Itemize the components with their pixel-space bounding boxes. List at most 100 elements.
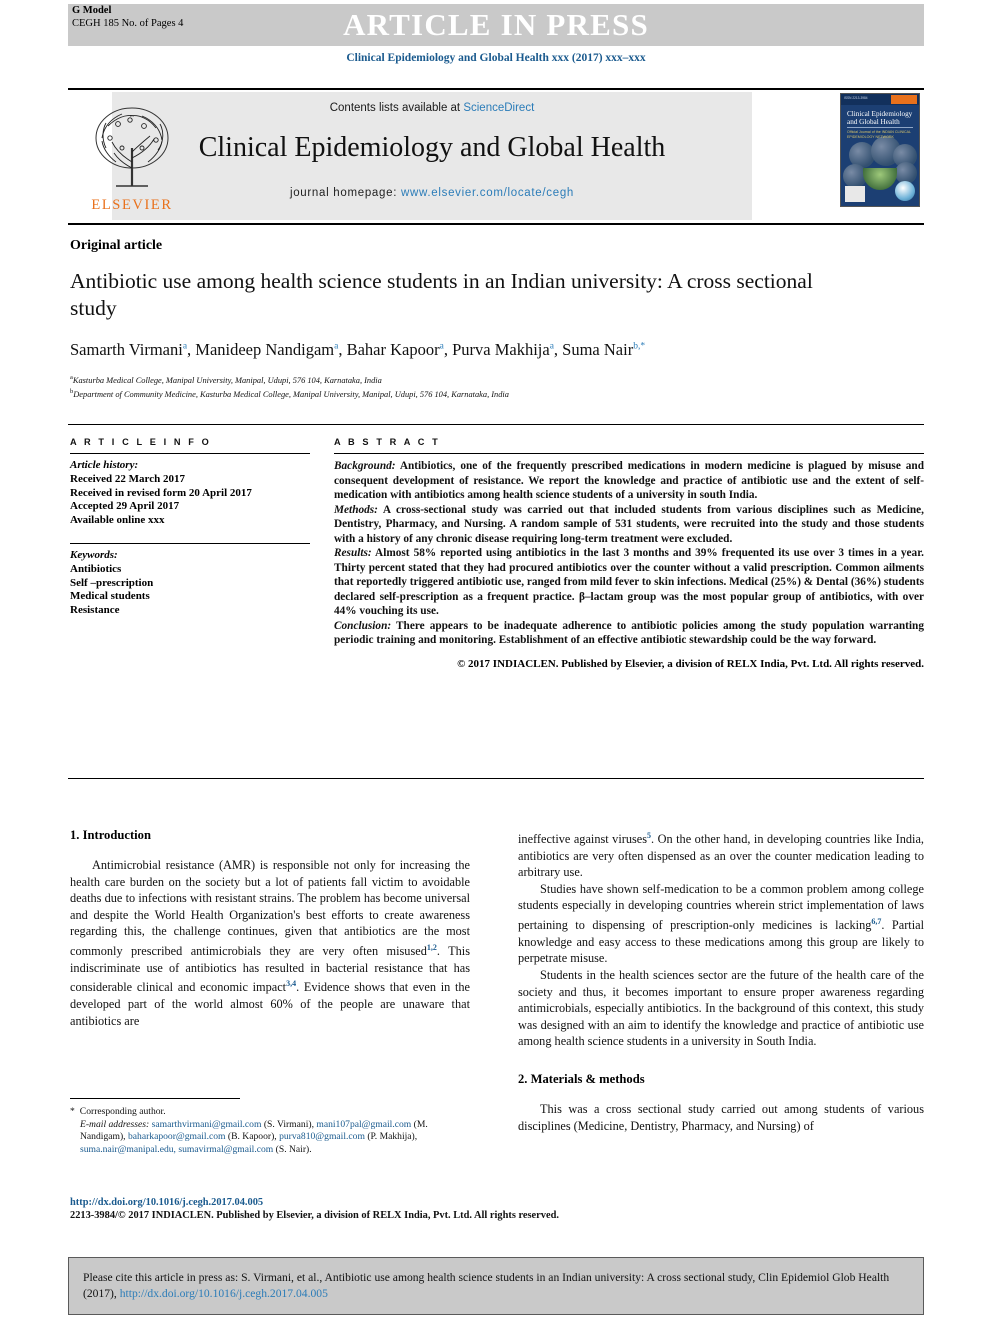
article-page: ARTICLE IN PRESS G Model CEGH 185 No. of… bbox=[0, 0, 992, 1323]
citation-ref-1-2[interactable]: 1,2 bbox=[427, 943, 437, 952]
author-list: Samarth Virmania, Manideep Nandigama, Ba… bbox=[70, 340, 646, 359]
history-item: Received in revised form 20 April 2017 bbox=[70, 486, 252, 499]
intro-paragraph-2: Studies have shown self-medication to be… bbox=[518, 881, 924, 967]
history-item: Accepted 29 April 2017 bbox=[70, 500, 180, 513]
article-in-press-label: ARTICLE IN PRESS bbox=[343, 7, 649, 42]
author-name: Bahar Kapoor bbox=[346, 340, 440, 359]
manuscript-id: CEGH 185 No. of Pages 4 bbox=[72, 17, 184, 29]
author-name: Suma Nair bbox=[562, 340, 634, 359]
author-affil-marker: a bbox=[439, 341, 444, 352]
article-info-rule bbox=[70, 453, 310, 454]
journal-cover-thumbnail: ISSN 2213-3984 Clinical Epidemiology and… bbox=[840, 93, 920, 207]
email-link[interactable]: purva810@gmail.com bbox=[279, 1131, 365, 1142]
abstract-column: A B S T R A C T Background: Antibiotics,… bbox=[334, 437, 924, 670]
article-history-block: Article history: Received 22 March 2017 … bbox=[70, 459, 310, 528]
cite-doi-link[interactable]: http://dx.doi.org/10.1016/j.cegh.2017.04… bbox=[120, 1287, 328, 1300]
abstract-section-label: Conclusion: bbox=[334, 619, 392, 632]
email-addresses-label: E-mail addresses: bbox=[80, 1118, 150, 1130]
email-link[interactable]: samarthvirmani@gmail.com bbox=[152, 1119, 262, 1130]
cite-this-article-box: Please cite this article in press as: S.… bbox=[68, 1257, 924, 1315]
article-type-label: Original article bbox=[70, 238, 163, 253]
abstract-section-text: Antibiotics, one of the frequently presc… bbox=[334, 460, 924, 501]
journal-homepage-line: journal homepage: www.elsevier.com/locat… bbox=[112, 187, 752, 199]
email-link[interactable]: sumavirmal@gmail.com bbox=[178, 1144, 273, 1155]
issn-copyright-line: 2213-3984/© 2017 INDIACLEN. Published by… bbox=[70, 1210, 559, 1222]
elsevier-tree-icon bbox=[95, 107, 169, 187]
author-affil-marker: a bbox=[182, 341, 188, 352]
methods-paragraph-1: This was a cross sectional study carried… bbox=[518, 1101, 924, 1133]
keywords-rule bbox=[70, 542, 310, 544]
author-name: Samarth Virmani bbox=[70, 340, 183, 359]
abstract-copyright: © 2017 INDIACLEN. Published by Elsevier,… bbox=[457, 657, 924, 670]
section-heading-introduction: 1. Introduction bbox=[70, 828, 151, 842]
intro-p1-part-d: ineffective against viruses bbox=[518, 832, 648, 847]
keyword-item: Self –prescription bbox=[70, 576, 154, 589]
homepage-label: journal homepage: bbox=[289, 187, 402, 199]
affiliation-item: bDepartment of Community Medicine, Kastu… bbox=[70, 386, 890, 400]
masthead-center-panel: Contents lists available at ScienceDirec… bbox=[112, 92, 752, 220]
cover-globe-icon bbox=[895, 181, 915, 201]
abstract-section-text: A cross-sectional study was carried out … bbox=[334, 503, 924, 545]
section-heading-materials-methods: 2. Materials & methods bbox=[518, 1071, 645, 1086]
cover-journal-title: Clinical Epidemiology and Global Health bbox=[847, 110, 913, 127]
keyword-item: Antibiotics bbox=[70, 562, 122, 575]
affiliation-text: Department of Community Medicine, Kastur… bbox=[73, 390, 509, 400]
author-affil-marker: a bbox=[334, 341, 339, 352]
intro-paragraph-1-cont: ineffective against viruses5. On the oth… bbox=[518, 828, 924, 881]
g-model-info: G Model CEGH 185 No. of Pages 4 bbox=[72, 5, 183, 30]
corresponding-author-note: * Corresponding author. bbox=[70, 1106, 470, 1119]
doi-and-issn-block: http://dx.doi.org/10.1016/j.cegh.2017.04… bbox=[70, 1196, 570, 1223]
email-link[interactable]: mani107pal@gmail.com bbox=[316, 1119, 411, 1130]
g-model-label: G Model bbox=[72, 5, 112, 16]
abstract-section-text: There appears to be inadequate adherence… bbox=[334, 619, 924, 647]
intro-p1-part-a: Antimicrobial resistance (AMR) is respon… bbox=[70, 858, 470, 959]
keywords-block: Keywords: Antibiotics Self –prescription… bbox=[70, 542, 310, 618]
cover-bowl-graphic bbox=[863, 168, 897, 190]
affiliation-text: Kasturba Medical College, Manipal Univer… bbox=[72, 375, 382, 385]
body-column-left: 1. Introduction Antimicrobial resistance… bbox=[70, 828, 470, 1029]
contents-prefix: Contents lists available at bbox=[329, 102, 464, 114]
citation-ref-3-4[interactable]: 3,4 bbox=[286, 979, 296, 988]
abstract-section-label: Results: bbox=[334, 547, 372, 559]
contents-available-line: Contents lists available at ScienceDirec… bbox=[112, 102, 752, 114]
keyword-item: Resistance bbox=[70, 604, 120, 617]
asterisk-icon: * bbox=[70, 1106, 75, 1117]
affiliation-item: aKasturba Medical College, Manipal Unive… bbox=[70, 372, 890, 386]
info-block-top-rule bbox=[68, 424, 924, 425]
author-name: Manideep Nandigam bbox=[195, 340, 335, 359]
abstract-body: Background: Antibiotics, one of the freq… bbox=[334, 459, 924, 648]
author-affil-marker: b,* bbox=[633, 341, 646, 352]
history-item: Available online xxx bbox=[70, 514, 165, 527]
homepage-url-link[interactable]: www.elsevier.com/locate/cegh bbox=[401, 187, 574, 199]
article-history-label: Article history: bbox=[70, 459, 139, 471]
intro-paragraph-3: Students in the health sciences sector a… bbox=[518, 967, 924, 1049]
email-link[interactable]: baharkapoor@gmail.com bbox=[128, 1131, 226, 1142]
history-item: Received 22 March 2017 bbox=[70, 472, 185, 485]
email-addresses-block: E-mail addresses: samarthvirmani@gmail.c… bbox=[70, 1119, 470, 1157]
email-owner: (S. Nair). bbox=[273, 1143, 312, 1155]
footnote-block: * Corresponding author. E-mail addresses:… bbox=[70, 1106, 470, 1156]
keyword-item: Medical students bbox=[70, 590, 150, 603]
doi-link[interactable]: http://dx.doi.org/10.1016/j.cegh.2017.04… bbox=[70, 1196, 570, 1209]
page-title: Antibiotic use among health science stud… bbox=[70, 269, 813, 320]
cover-subtitle: Official Journal of the INDIAN CLINICAL … bbox=[847, 130, 911, 139]
intro-paragraph-1: Antimicrobial resistance (AMR) is respon… bbox=[70, 857, 470, 1029]
cover-brand-badge bbox=[891, 95, 917, 104]
affiliation-list: aKasturba Medical College, Manipal Unive… bbox=[70, 372, 890, 401]
abstract-rule bbox=[334, 453, 924, 454]
cover-elsevier-block bbox=[845, 186, 865, 202]
cover-divider bbox=[847, 127, 913, 128]
corresponding-author-label: Corresponding author. bbox=[79, 1106, 166, 1117]
citation-ref-6-7[interactable]: 6,7 bbox=[871, 917, 881, 926]
abstract-heading: A B S T R A C T bbox=[334, 437, 441, 447]
intro-p2-part-a: Studies have shown self-medication to be… bbox=[518, 881, 924, 933]
author-name: Purva Makhija bbox=[452, 340, 550, 359]
journal-citation-line: Clinical Epidemiology and Global Health … bbox=[346, 52, 646, 64]
footnote-rule bbox=[70, 1098, 240, 1099]
sciencedirect-link[interactable]: ScienceDirect bbox=[463, 102, 534, 114]
abstract-section-label: Methods: bbox=[334, 503, 378, 516]
elsevier-logo: ELSEVIER bbox=[72, 96, 192, 216]
article-info-column: A R T I C L E I N F O Article history: R… bbox=[70, 437, 310, 618]
email-link[interactable]: suma.nair@manipal.edu, bbox=[80, 1144, 176, 1155]
author-affil-marker: a bbox=[549, 341, 554, 352]
